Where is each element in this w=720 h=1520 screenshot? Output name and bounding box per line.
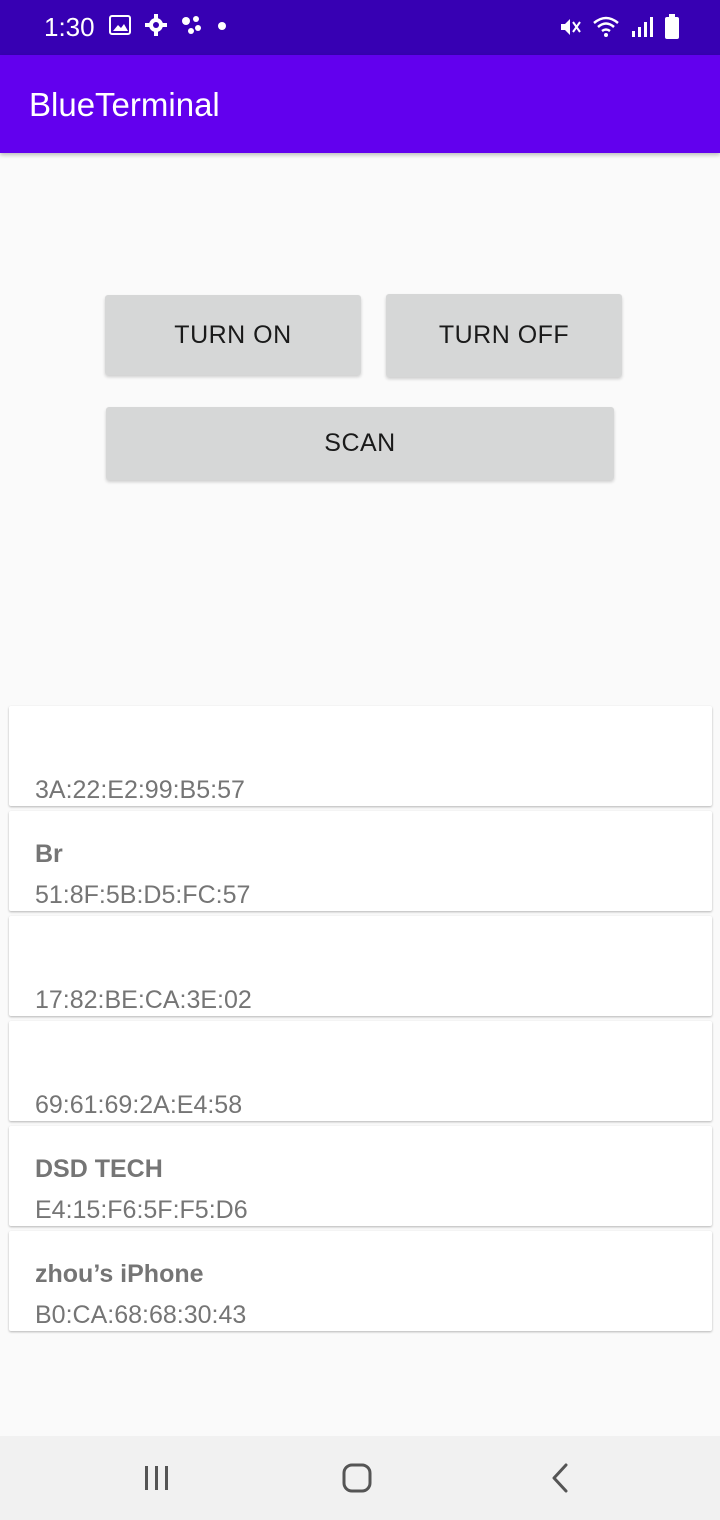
device-name: DSD TECH	[35, 1155, 163, 1183]
device-address: 3A:22:E2:99:B5:57	[35, 776, 245, 804]
turn-on-button[interactable]: TURN ON	[105, 295, 361, 375]
app-title: BlueTerminal	[29, 86, 220, 123]
device-address: 69:61:69:2A:E4:58	[35, 1091, 243, 1119]
device-address: 51:8F:5B:D5:FC:57	[35, 881, 251, 909]
list-item[interactable]: Br 51:8F:5B:D5:FC:57	[9, 811, 712, 911]
device-name: zhou’s iPhone	[35, 1260, 204, 1288]
gear-icon	[144, 13, 167, 41]
list-item[interactable]: zhou’s iPhone B0:CA:68:68:30:43	[9, 1231, 712, 1331]
dot-icon	[217, 18, 227, 36]
navigation-bar	[0, 1436, 720, 1520]
image-icon	[108, 14, 131, 40]
turn-off-button[interactable]: TURN OFF	[386, 294, 622, 377]
device-list: 3A:22:E2:99:B5:57 Br 51:8F:5B:D5:FC:57 1…	[9, 706, 712, 1336]
list-item[interactable]: 3A:22:E2:99:B5:57	[9, 706, 712, 806]
app-bar: BlueTerminal	[0, 55, 720, 153]
home-icon[interactable]	[327, 1458, 387, 1498]
device-address: B0:CA:68:68:30:43	[35, 1301, 247, 1329]
status-time: 1:30	[44, 12, 95, 42]
list-item[interactable]: 69:61:69:2A:E4:58	[9, 1021, 712, 1121]
device-address: E4:15:F6:5F:F5:D6	[35, 1196, 248, 1224]
signal-icon	[630, 15, 654, 44]
device-address: 17:82:BE:CA:3E:02	[35, 986, 252, 1014]
status-bar: 1:30	[0, 0, 720, 55]
status-right	[558, 14, 680, 45]
scan-button[interactable]: SCAN	[106, 407, 614, 480]
device-name: Br	[35, 840, 63, 868]
list-item[interactable]: DSD TECH E4:15:F6:5F:F5:D6	[9, 1126, 712, 1226]
assistant-icon	[181, 15, 203, 40]
back-icon[interactable]	[530, 1458, 590, 1498]
mute-icon	[558, 15, 582, 44]
wifi-icon	[592, 15, 620, 44]
battery-icon	[664, 14, 680, 45]
list-item[interactable]: 17:82:BE:CA:3E:02	[9, 916, 712, 1016]
recent-apps-icon[interactable]	[127, 1458, 187, 1498]
status-left: 1:30	[44, 13, 227, 41]
